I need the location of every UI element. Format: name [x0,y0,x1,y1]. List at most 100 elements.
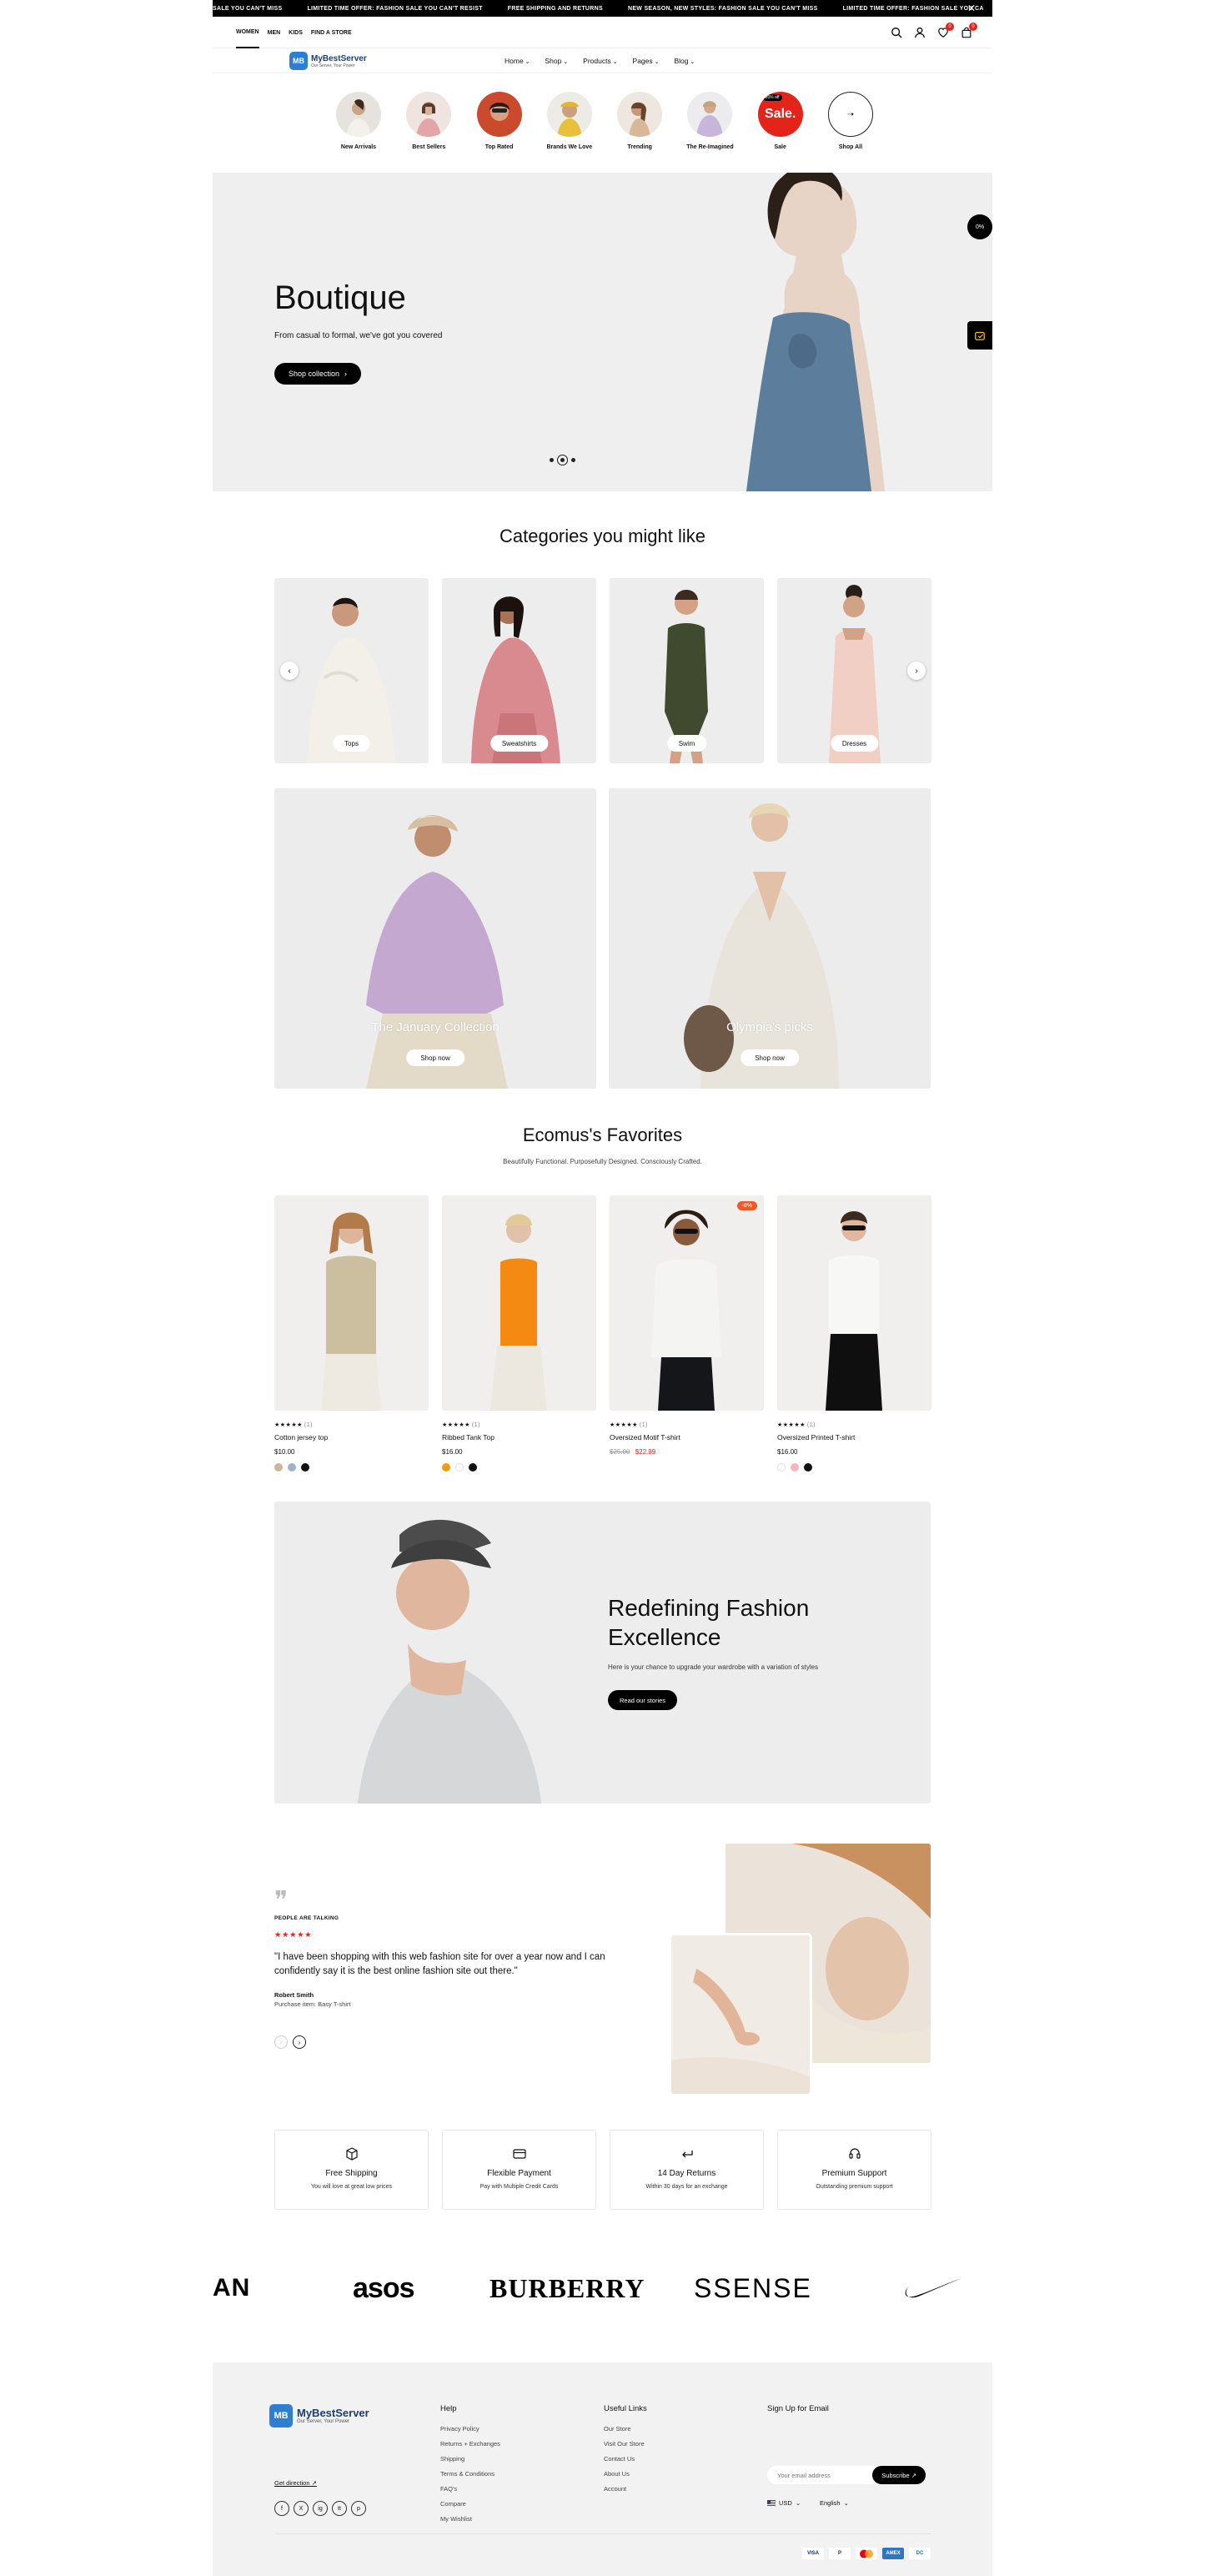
x-twitter-icon[interactable]: X [294,2501,309,2516]
chevron-left-icon[interactable]: ‹ [274,2035,288,2049]
site-logo[interactable]: MB MyBestServer Our Server, Your Power [289,52,367,70]
menu-item-shop[interactable]: Shop [545,57,569,65]
swatch-black[interactable] [469,1463,477,1472]
shop-now-button[interactable]: Shop now [741,1049,799,1066]
product-image[interactable] [777,1195,931,1411]
product-name[interactable]: Cotton jersey top [274,1433,429,1441]
footer-divider [274,2533,931,2534]
menu-item-home[interactable]: Home [505,57,530,65]
footer-link[interactable]: Shipping [440,2455,500,2463]
user-icon[interactable] [914,27,926,38]
footer-link[interactable]: My Wishlist [440,2515,500,2523]
chevron-right-icon[interactable]: › [907,662,926,680]
collection-card-olympia[interactable]: Olympia's picks Shop now [609,788,931,1089]
product-card[interactable]: ★★★★★ (1) Ribbed Tank Top $16.00 [442,1195,596,1472]
swatch-pink[interactable] [791,1463,799,1472]
rating-count: (1) [304,1422,313,1428]
category-card-swim[interactable]: Swim [610,578,764,763]
shop-collection-button[interactable]: Shop collection › [274,363,362,385]
circle-brands-we-love[interactable]: Brands We Love [540,92,599,150]
product-image[interactable] [274,1195,429,1411]
price-old: $25.00 [610,1448,630,1456]
product-image[interactable]: -8% [610,1195,764,1411]
category-pill[interactable]: Swim [666,735,707,752]
swatch-black[interactable] [804,1463,812,1472]
wishlist-icon[interactable]: 0 [937,23,954,38]
product-card[interactable]: -8% ★★★★★ (1) Oversized Motif T-shirt $25… [610,1195,764,1456]
tiktok-icon[interactable]: tt [332,2501,347,2516]
pinterest-icon[interactable]: p [351,2501,366,2516]
footer-link[interactable]: About Us [604,2470,647,2478]
footer-link[interactable]: Returns + Exchanges [440,2440,500,2448]
footer-logo[interactable]: MB MyBestServer Our Server, Your Power [269,2404,369,2428]
category-pill[interactable]: Sweatshirts [490,735,549,752]
circle-the-re-imagined[interactable]: The Re-Imagined [680,92,739,150]
circle-trending[interactable]: Trending [610,92,669,150]
footer-link[interactable]: Terms & Conditions [440,2470,500,2478]
brand-logo[interactable]: SSENSE [694,2267,812,2309]
footer-link[interactable]: Account [604,2485,647,2493]
side-cart-icon[interactable] [967,321,992,350]
brand-logo[interactable]: AN [213,2267,250,2309]
footer-link[interactable]: Our Store [604,2425,647,2433]
tab-find-a-store[interactable]: FIND A STORE [311,17,352,48]
currency-select[interactable]: USD ⌄ [767,2499,801,2507]
announcement-item: LIMITED TIME OFFER: FASHION SALE YOU CA [842,5,984,12]
shop-now-button[interactable]: Shop now [406,1049,464,1066]
footer-link[interactable]: Compare [440,2500,500,2508]
close-icon[interactable]: ✕ [967,2,976,15]
language-select[interactable]: English ⌄ [820,2499,849,2507]
product-card[interactable]: ★★★★★ (1) Oversized Printed T-shirt $16.0… [777,1195,931,1472]
tab-kids[interactable]: KIDS [289,17,303,48]
swatch-blue[interactable] [288,1463,296,1472]
email-field[interactable] [767,2466,867,2484]
footer-link[interactable]: Contact Us [604,2455,647,2463]
category-card-sweatshirts[interactable]: Sweatshirts [442,578,596,763]
circle-new-arrivals[interactable]: New Arrivals [329,92,388,150]
circle-shop-all[interactable]: ➝ Shop All [821,92,880,150]
brand-logo[interactable]: BURBERRY [490,2267,645,2309]
category-pill[interactable]: Tops [333,735,370,752]
chevron-right-icon[interactable]: › [293,2035,306,2049]
tab-men[interactable]: MEN [268,17,281,48]
product-image[interactable] [442,1195,596,1411]
circle-label: Best Sellers [412,144,446,150]
slider-dot[interactable] [550,458,554,462]
slider-dot[interactable] [571,458,575,462]
product-card[interactable]: ★★★★★ (1) Cotton jersey top $10.00 [274,1195,429,1472]
circle-best-sellers[interactable]: Best Sellers [399,92,458,150]
menu-item-blog[interactable]: Blog [674,57,695,65]
tab-women[interactable]: WOMEN [236,17,259,48]
footer-link[interactable]: Visit Our Store [604,2440,647,2448]
swatch-white[interactable] [455,1463,464,1472]
swatch-beige[interactable] [274,1463,283,1472]
slider-dot-active[interactable] [560,458,565,462]
instagram-icon[interactable]: ig [313,2501,328,2516]
chevron-left-icon[interactable]: ‹ [280,662,299,680]
nike-swoosh-logo[interactable] [903,2267,963,2309]
subscribe-button[interactable]: Subscribe ↗ [872,2466,926,2484]
get-direction-label: Get direction [274,2479,310,2487]
menu-item-products[interactable]: Products [583,57,617,65]
menu-item-pages[interactable]: Pages [633,57,660,65]
search-icon[interactable] [891,27,902,38]
read-our-stories-button[interactable]: Read our stories [608,1690,678,1710]
footer-link[interactable]: Privacy Policy [440,2425,500,2433]
get-direction-link[interactable]: Get direction ↗ [274,2479,317,2487]
circle-sale[interactable]: Sale. 20% off Sale [751,92,810,150]
swatch-orange[interactable] [442,1463,450,1472]
facebook-icon[interactable]: f [274,2501,289,2516]
circle-top-rated[interactable]: Top Rated [470,92,529,150]
collection-card-january[interactable]: The January Collection Shop now [274,788,596,1089]
product-name[interactable]: Ribbed Tank Top [442,1433,596,1441]
product-name[interactable]: Oversized Printed T-shirt [777,1433,931,1441]
footer-link[interactable]: FAQ's [440,2485,500,2493]
side-progress-pill[interactable]: 0% [967,214,992,239]
product-name[interactable]: Oversized Motif T-shirt [610,1433,764,1441]
cart-icon[interactable]: 0 [961,23,977,38]
category-pill[interactable]: Dresses [830,735,879,752]
brand-logo[interactable]: asos [353,2267,414,2309]
footer-logo-text: MyBestServer Our Server, Your Power [297,2407,369,2425]
swatch-white[interactable] [777,1463,786,1472]
swatch-black[interactable] [301,1463,309,1472]
